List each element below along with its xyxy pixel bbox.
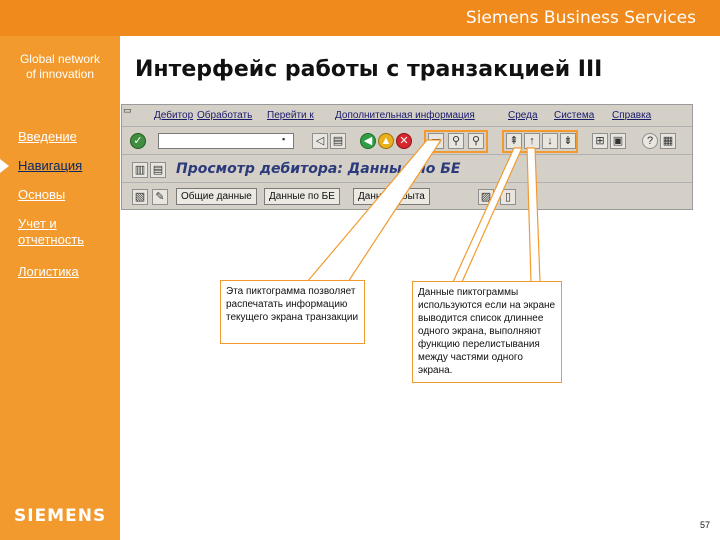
layout-menu-icon[interactable]: ▦ (660, 133, 676, 149)
enter-icon[interactable]: ✓ (130, 133, 146, 149)
sidebar-item-navigation[interactable]: Навигация (18, 158, 82, 174)
sidebar: Global network of innovation Введение На… (0, 36, 120, 540)
active-arrow-icon (0, 159, 9, 173)
siemens-logo: SIEMENS (14, 506, 107, 526)
menu-edit[interactable]: Обработать (197, 110, 252, 121)
additional-data-icon[interactable]: ▨ (478, 189, 494, 205)
tagline: Global network of innovation (19, 52, 101, 81)
overview-icon[interactable]: ▤ (150, 162, 166, 178)
menu-goto[interactable]: Перейти к (267, 110, 314, 121)
print-icons-highlight (424, 130, 488, 153)
paging-icons-highlight (502, 130, 578, 153)
menu-system[interactable]: Система (554, 110, 594, 121)
other-customer-icon[interactable]: ▧ (132, 189, 148, 205)
general-data-button[interactable]: Общие данные (176, 188, 257, 205)
sap-title-bar: ▥ ▤ Просмотр дебитора: Данные по БЕ (122, 157, 692, 183)
print-icon-callout: Эта пиктограмма позволяет распечатать ин… (220, 280, 365, 344)
sap-window: ▭ Дебитор Обработать Перейти к Дополните… (121, 104, 693, 210)
brand-name: Siemens Business Services (465, 8, 696, 28)
exit-icon[interactable]: ▲ (378, 133, 394, 149)
new-session-icon[interactable]: ⊞ (592, 133, 608, 149)
document-icon[interactable]: ▯ (500, 189, 516, 205)
back-arrow-icon[interactable]: ◁ (312, 133, 328, 149)
edit-pencil-icon[interactable]: ✎ (152, 189, 168, 205)
cancel-icon[interactable]: ✕ (396, 133, 412, 149)
command-field[interactable] (158, 133, 294, 149)
save-icon[interactable]: ▤ (330, 133, 346, 149)
shortcut-icon[interactable]: ▣ (610, 133, 626, 149)
sap-application-toolbar: ▧ ✎ Общие данные Данные по БЕ Данные сбы… (122, 185, 692, 209)
sales-data-button[interactable]: Данные сбыта (353, 188, 430, 205)
command-history-icon[interactable]: ▪ (282, 134, 291, 144)
system-menu-icon[interactable]: ▭ (123, 105, 132, 116)
menu-extras[interactable]: Дополнительная информация (335, 110, 475, 121)
screen-title: Просмотр дебитора: Данные по БЕ (176, 161, 461, 177)
menu-debitor[interactable]: Дебитор (154, 110, 193, 121)
sidebar-item-logistics[interactable]: Логистика (18, 264, 79, 280)
back-icon[interactable]: ◀ (360, 133, 376, 149)
sidebar-item-basics[interactable]: Основы (18, 187, 65, 203)
header-bar: Siemens Business Services (0, 0, 720, 36)
sap-standard-toolbar: ✓ ▪ ◁ ▤ ◀ ▲ ✕ ▭ ⚲ ⚲ ⇞ ↑ ↓ ⇟ ⊞ ▣ ? ▦ (122, 129, 692, 155)
sap-menu-bar: ▭ Дебитор Обработать Перейти к Дополните… (122, 105, 692, 127)
company-code-data-button[interactable]: Данные по БЕ (264, 188, 340, 205)
sidebar-item-intro[interactable]: Введение (18, 129, 77, 145)
page-number: 57 (700, 520, 711, 530)
customer-icon[interactable]: ▥ (132, 162, 148, 178)
sidebar-item-accounting[interactable]: Учет и отчетность (18, 216, 84, 248)
menu-help[interactable]: Справка (612, 110, 651, 121)
page-title: Интерфейс работы с транзакцией III (135, 57, 603, 82)
menu-environment[interactable]: Среда (508, 110, 538, 121)
paging-icons-callout: Данные пиктограммы используются если на … (412, 281, 562, 383)
help-icon[interactable]: ? (642, 133, 658, 149)
